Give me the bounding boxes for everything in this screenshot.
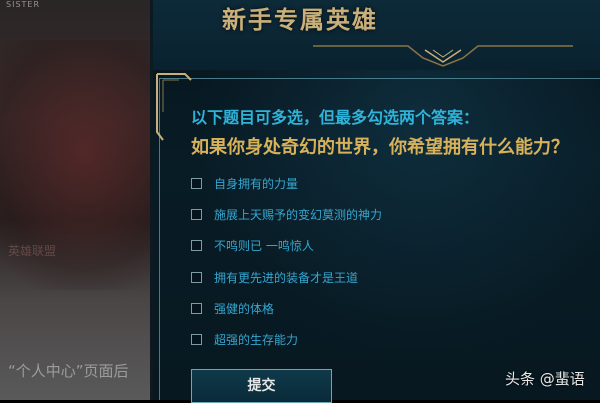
- option-label: 不鸣则已 一鸣惊人: [214, 238, 314, 253]
- option-3[interactable]: 不鸣则已 一鸣惊人: [191, 235, 314, 255]
- checkbox[interactable]: [191, 302, 202, 314]
- corner-ornament-icon: [156, 73, 192, 141]
- option-label: 施展上天赐予的变幻莫测的神力: [214, 207, 383, 222]
- background-caption-mid: 英雄联盟: [8, 244, 57, 258]
- background-bottom-text: “个人中心”页面后: [8, 362, 129, 380]
- option-2[interactable]: 施展上天赐予的变幻莫测的神力: [191, 204, 382, 224]
- page-title: 新手专属英雄: [222, 6, 378, 34]
- option-4[interactable]: 拥有更先进的装备才是王道: [191, 267, 358, 287]
- checkbox[interactable]: [191, 271, 202, 283]
- background-caption-top: SISTER: [6, 0, 41, 9]
- checkbox[interactable]: [191, 208, 202, 220]
- option-label: 拥有更先进的装备才是王道: [214, 270, 359, 285]
- option-label: 自身拥有的力量: [214, 176, 299, 191]
- watermark: 头条 @蜚语: [505, 370, 585, 388]
- option-1[interactable]: 自身拥有的力量: [191, 173, 298, 193]
- option-6[interactable]: 超强的生存能力: [191, 329, 298, 349]
- option-label: 超强的生存能力: [214, 332, 299, 347]
- checkbox[interactable]: [191, 239, 202, 251]
- checkbox[interactable]: [191, 333, 202, 345]
- background-panel: SISTER 英雄联盟 “个人中心”页面后: [0, 0, 152, 400]
- option-label: 强健的体格: [214, 301, 275, 316]
- option-5[interactable]: 强健的体格: [191, 298, 274, 318]
- checkbox[interactable]: [191, 177, 202, 189]
- question-hint: 以下题目可多选，但最多勾选两个答案：: [191, 108, 480, 127]
- submit-button[interactable]: 提交: [191, 369, 332, 403]
- question-title: 如果你身处奇幻的世界，你希望拥有什么能力？: [191, 137, 569, 158]
